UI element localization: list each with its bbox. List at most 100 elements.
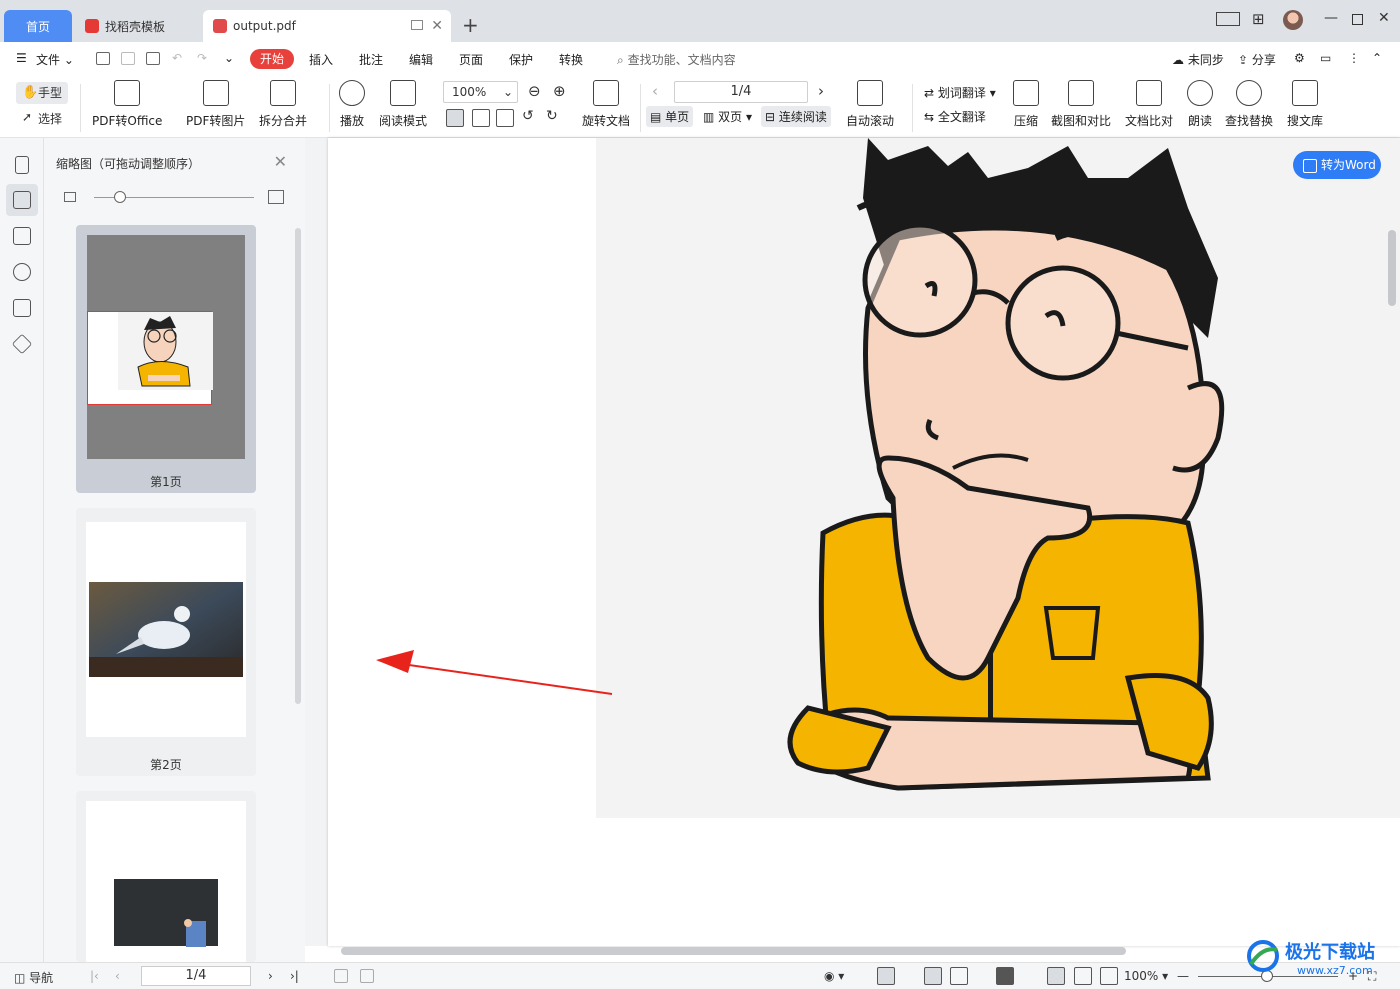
menu-start[interactable]: 开始 bbox=[250, 49, 294, 69]
page-number-input[interactable]: 1/4 bbox=[674, 81, 808, 103]
forward-icon[interactable] bbox=[360, 969, 374, 983]
fit-page-icon[interactable] bbox=[472, 109, 490, 127]
bookmark-icon[interactable] bbox=[15, 156, 29, 174]
auto-scroll-button[interactable]: 自动滚动 bbox=[846, 80, 894, 129]
attachment-icon[interactable] bbox=[13, 263, 31, 281]
actual-size-status-icon[interactable] bbox=[1047, 967, 1065, 985]
undo-icon[interactable]: ↶ bbox=[172, 51, 182, 65]
feature-search[interactable]: ⌕ 查找功能、文档内容 bbox=[617, 51, 736, 68]
share-button[interactable]: ⇪ 分享 bbox=[1238, 51, 1276, 68]
continuous-read-button[interactable]: ⊟ 连续阅读 bbox=[761, 106, 831, 127]
comment-panel-icon[interactable] bbox=[13, 227, 31, 245]
zoom-out-status-icon[interactable]: — bbox=[1177, 969, 1189, 983]
fit-page-status-icon[interactable] bbox=[1074, 967, 1092, 985]
fit-window-status-icon[interactable] bbox=[1100, 967, 1118, 985]
menu-protect[interactable]: 保护 bbox=[509, 51, 533, 68]
pdf-to-image-button[interactable]: PDF转图片 bbox=[186, 80, 245, 129]
float-window-icon[interactable] bbox=[411, 20, 423, 30]
sync-status[interactable]: ☁ 未同步 bbox=[1172, 51, 1224, 68]
thumbnail-scrollbar[interactable] bbox=[295, 228, 301, 704]
save-icon[interactable] bbox=[121, 52, 135, 65]
thumbnail-icon[interactable] bbox=[13, 191, 31, 209]
prev-page-status-icon[interactable]: ‹ bbox=[115, 969, 120, 983]
read-mode-button[interactable]: 阅读模式 bbox=[379, 80, 427, 129]
tab-home[interactable]: 首页 bbox=[4, 10, 72, 42]
layers-icon[interactable] bbox=[11, 333, 33, 355]
zoom-select[interactable]: 100% ⌄ bbox=[443, 81, 518, 103]
menu-insert[interactable]: 插入 bbox=[309, 51, 333, 68]
back-icon[interactable] bbox=[334, 969, 348, 983]
avatar[interactable] bbox=[1283, 10, 1303, 30]
rotate-right-icon[interactable]: ↻ bbox=[546, 108, 558, 124]
single-page-status-icon[interactable] bbox=[924, 967, 942, 985]
double-page-button[interactable]: ▥ 双页 ▾ bbox=[703, 108, 752, 125]
image-large-icon[interactable] bbox=[268, 190, 284, 204]
comment-icon[interactable]: ▭ bbox=[1320, 51, 1331, 65]
image-small-icon[interactable] bbox=[64, 192, 76, 202]
close-tab-icon[interactable]: ✕ bbox=[431, 18, 443, 34]
thumbnail-page-3[interactable] bbox=[76, 791, 256, 962]
first-page-icon[interactable]: |‹ bbox=[90, 969, 99, 983]
layout-icon[interactable] bbox=[1216, 12, 1240, 26]
close-icon[interactable]: ✕ bbox=[274, 152, 287, 171]
settings-icon[interactable]: ⚙ bbox=[1294, 51, 1305, 65]
status-page-input[interactable]: 1/4 bbox=[141, 966, 251, 986]
zoom-out-icon[interactable]: ⊖ bbox=[528, 82, 541, 100]
close-window-icon[interactable]: ✕ bbox=[1378, 10, 1390, 26]
navigation-toggle[interactable]: ◫ 导航 bbox=[14, 969, 53, 986]
eye-protection-icon[interactable]: ◉ ▾ bbox=[824, 969, 844, 983]
new-tab-button[interactable]: + bbox=[462, 13, 479, 37]
actual-size-icon[interactable] bbox=[446, 109, 464, 127]
last-page-icon[interactable]: ›| bbox=[290, 969, 299, 983]
zoom-in-icon[interactable]: ⊕ bbox=[553, 82, 566, 100]
screenshot-compare-button[interactable]: 截图和对比 bbox=[1051, 80, 1111, 129]
signature-icon[interactable] bbox=[13, 299, 31, 317]
full-translate-button[interactable]: ⇆ 全文翻译 bbox=[924, 108, 986, 125]
next-page-icon[interactable]: › bbox=[818, 82, 824, 100]
minimize-icon[interactable]: — bbox=[1324, 10, 1338, 26]
open-folder-icon[interactable] bbox=[96, 52, 110, 65]
rotate-left-icon[interactable]: ↺ bbox=[522, 108, 534, 124]
thumbnail-page-1[interactable]: 第1页 bbox=[76, 225, 256, 493]
menu-page[interactable]: 页面 bbox=[459, 51, 483, 68]
find-replace-button[interactable]: 查找替换 bbox=[1225, 80, 1273, 129]
prev-page-icon[interactable]: ‹ bbox=[652, 82, 658, 100]
play-status-icon[interactable] bbox=[996, 967, 1014, 985]
page-1-preview bbox=[87, 235, 245, 459]
apps-grid-icon[interactable]: ⊞ bbox=[1252, 10, 1265, 28]
play-button[interactable]: 播放 bbox=[339, 80, 365, 129]
file-menu[interactable]: 文件 ⌄ bbox=[36, 51, 74, 68]
collapse-ribbon-icon[interactable]: ⌃ bbox=[1372, 51, 1382, 65]
horizontal-scrollbar[interactable] bbox=[341, 947, 1126, 955]
fit-width-status-icon[interactable] bbox=[877, 967, 895, 985]
tab-document[interactable]: output.pdf ✕ bbox=[203, 10, 451, 42]
split-merge-button[interactable]: 拆分合并 bbox=[259, 80, 307, 129]
convert-to-word-button[interactable]: 转为Word bbox=[1293, 151, 1381, 179]
vertical-scrollbar[interactable] bbox=[1388, 230, 1396, 306]
thumbnail-page-2[interactable]: 第2页 bbox=[76, 508, 256, 776]
word-translate-button[interactable]: ⇄ 划词翻译 ▾ bbox=[924, 84, 996, 101]
fit-width-icon[interactable] bbox=[496, 109, 514, 127]
quick-access-dropdown-icon[interactable]: ⌄ bbox=[224, 51, 234, 65]
single-page-button[interactable]: ▤ 单页 bbox=[646, 106, 694, 127]
double-page-status-icon[interactable] bbox=[950, 967, 968, 985]
redo-icon[interactable]: ↷ bbox=[197, 51, 207, 65]
compress-button[interactable]: 压缩 bbox=[1013, 80, 1039, 129]
rotate-doc-button[interactable]: 旋转文档 bbox=[582, 80, 630, 129]
more-icon[interactable]: ⋮ bbox=[1348, 51, 1360, 65]
search-library-button[interactable]: 搜文库 bbox=[1287, 80, 1323, 129]
menu-annotate[interactable]: 批注 bbox=[359, 51, 383, 68]
hamburger-icon[interactable]: ☰ bbox=[16, 51, 27, 65]
slider-handle[interactable] bbox=[114, 191, 126, 203]
dove-photo bbox=[89, 582, 243, 677]
tab-template[interactable]: 找稻壳模板 bbox=[77, 10, 199, 42]
maximize-icon[interactable] bbox=[1352, 14, 1363, 25]
menu-convert[interactable]: 转换 bbox=[559, 51, 583, 68]
pdf-to-office-button[interactable]: PDF转Office bbox=[92, 80, 162, 129]
read-aloud-button[interactable]: 朗读 bbox=[1187, 80, 1213, 129]
zoom-level-select[interactable]: 100% ▾ bbox=[1124, 969, 1168, 983]
doc-compare-button[interactable]: 文档比对 bbox=[1125, 80, 1173, 129]
menu-edit[interactable]: 编辑 bbox=[409, 51, 433, 68]
next-page-status-icon[interactable]: › bbox=[268, 969, 273, 983]
print-icon[interactable] bbox=[146, 52, 160, 65]
